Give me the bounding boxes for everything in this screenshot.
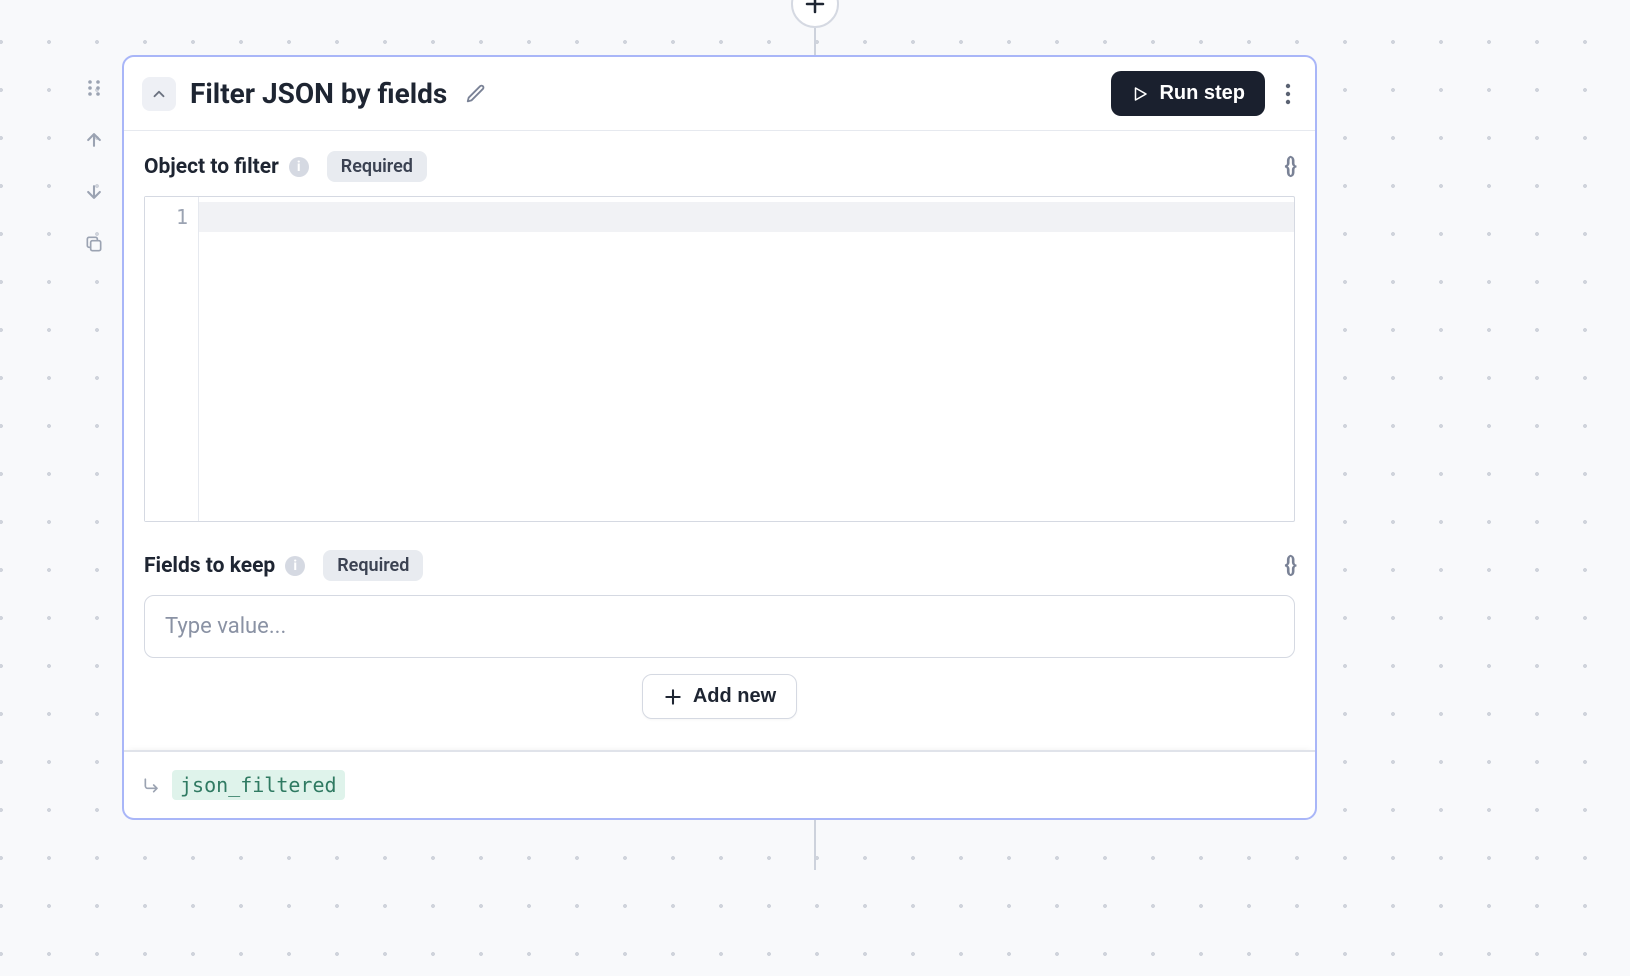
step-title: Filter JSON by fields bbox=[190, 77, 447, 110]
required-badge: Required bbox=[327, 151, 427, 182]
fields-to-keep-field: Fields to keep i Required {} Add new bbox=[144, 550, 1295, 719]
run-step-label: Run step bbox=[1159, 82, 1245, 105]
copy-icon bbox=[84, 234, 104, 254]
add-new-button[interactable]: Add new bbox=[642, 674, 797, 719]
move-up-button[interactable] bbox=[78, 124, 110, 156]
collapse-button[interactable] bbox=[142, 77, 176, 111]
bottom-connector-line bbox=[814, 820, 816, 870]
pencil-icon bbox=[465, 83, 487, 105]
top-connector bbox=[791, 0, 839, 56]
more-vertical-icon bbox=[1285, 83, 1291, 105]
connector-line bbox=[814, 28, 816, 56]
add-new-row: Add new bbox=[144, 674, 1295, 719]
run-step-button[interactable]: Run step bbox=[1111, 71, 1265, 116]
required-badge: Required bbox=[323, 550, 423, 581]
field-label-row: Fields to keep i Required {} bbox=[144, 550, 1295, 581]
field-label-row: Object to filter i Required {} bbox=[144, 151, 1295, 182]
active-line-highlight bbox=[199, 202, 1294, 232]
add-new-label: Add new bbox=[693, 685, 776, 708]
insert-variable-button[interactable]: {} bbox=[1284, 154, 1295, 179]
drag-handle-icon bbox=[84, 78, 104, 98]
play-icon bbox=[1131, 85, 1149, 103]
line-number: 1 bbox=[153, 205, 188, 229]
output-variable-name[interactable]: json_filtered bbox=[172, 770, 345, 800]
object-to-filter-label: Object to filter bbox=[144, 155, 279, 179]
info-icon[interactable]: i bbox=[289, 157, 309, 177]
editor-content[interactable] bbox=[199, 197, 1294, 521]
side-toolbar bbox=[78, 72, 110, 260]
editor-gutter: 1 bbox=[145, 197, 199, 521]
arrow-down-icon bbox=[84, 182, 104, 202]
drag-handle-button[interactable] bbox=[78, 72, 110, 104]
edit-title-button[interactable] bbox=[465, 83, 487, 105]
object-to-filter-field: Object to filter i Required {} 1 bbox=[144, 151, 1295, 522]
plus-icon bbox=[803, 0, 827, 16]
step-card: Filter JSON by fields Run step Object to… bbox=[122, 55, 1317, 820]
plus-icon bbox=[663, 687, 683, 707]
insert-variable-button[interactable]: {} bbox=[1284, 553, 1295, 578]
fields-to-keep-label: Fields to keep bbox=[144, 554, 275, 578]
info-icon[interactable]: i bbox=[285, 556, 305, 576]
chevron-up-icon bbox=[150, 85, 168, 103]
fields-to-keep-input[interactable] bbox=[144, 595, 1295, 658]
add-step-above-button[interactable] bbox=[791, 0, 839, 28]
card-header: Filter JSON by fields Run step bbox=[124, 57, 1315, 131]
arrow-up-icon bbox=[84, 130, 104, 150]
card-body: Object to filter i Required {} 1 Fields … bbox=[124, 131, 1315, 750]
output-footer: json_filtered bbox=[124, 750, 1315, 818]
object-to-filter-editor[interactable]: 1 bbox=[144, 196, 1295, 522]
duplicate-button[interactable] bbox=[78, 228, 110, 260]
output-arrow-icon bbox=[142, 776, 162, 794]
more-options-button[interactable] bbox=[1279, 77, 1297, 111]
move-down-button[interactable] bbox=[78, 176, 110, 208]
